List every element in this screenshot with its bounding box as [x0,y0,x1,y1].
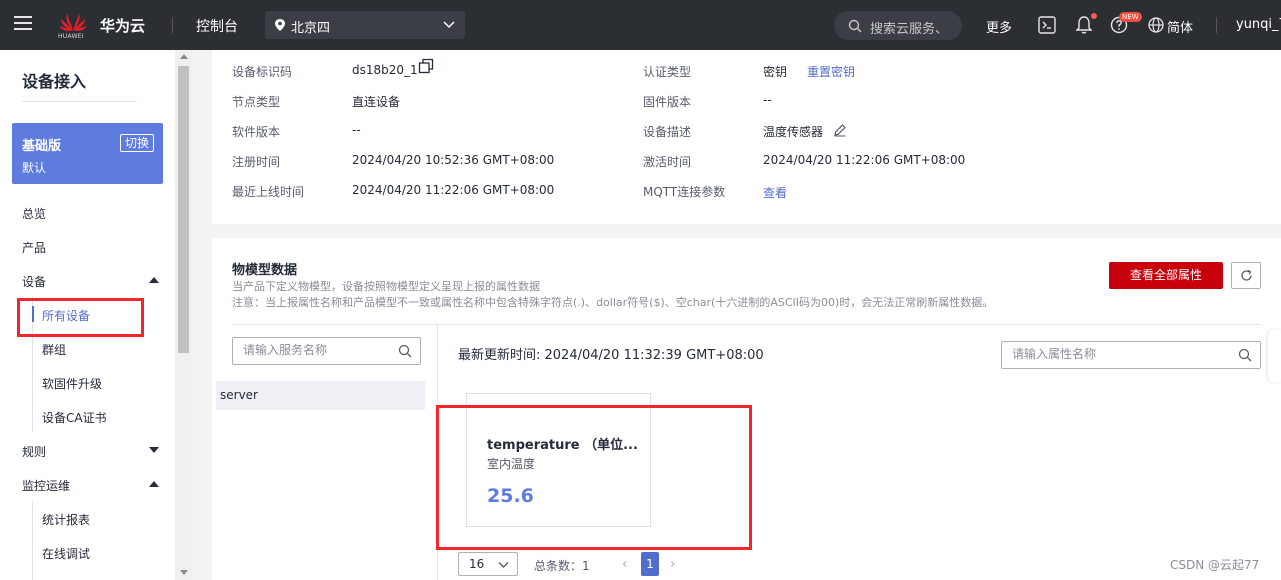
property-highlight-box [436,405,752,550]
collapse-arrow-icon-2[interactable] [149,481,159,487]
search-icon[interactable] [1238,348,1252,362]
edition-instance: 默认 [22,161,47,175]
edition-card: 基础版 默认 切换 [12,123,163,184]
page-size-select[interactable]: 16 [458,552,518,576]
section-description: 当产品下定义物模型，设备按照物模型定义呈现上报的属性数据 [232,280,540,293]
next-page-icon[interactable]: › [670,556,676,572]
sidebar-item-devices[interactable]: 设备 [22,273,46,290]
global-search-placeholder: 搜索云服务、 [870,22,949,37]
software-version-label: 软件版本 [232,125,281,139]
collapse-arrow-icon[interactable] [149,277,159,283]
global-search[interactable]: 搜索云服务、 [834,11,962,40]
sidebar-item-rules[interactable]: 规则 [22,443,46,460]
new-badge: NEW [1119,12,1142,22]
edition-name: 基础版 [22,139,62,154]
side-drawer-handle[interactable] [1268,330,1281,382]
service-name: server [220,388,258,402]
activate-time-label: 激活时间 [643,155,692,169]
sidebar-scroll-thumb[interactable] [178,66,189,353]
region-label: 北京四 [291,21,331,36]
device-desc-label: 设备描述 [643,125,692,139]
firmware-version-label: 固件版本 [643,95,692,109]
node-type-value: 直连设备 [352,95,401,109]
page-size-value: 16 [469,557,485,571]
total-count: 总条数：1 [534,559,590,573]
more-menu[interactable]: 更多 [986,17,1012,36]
reset-secret-link[interactable]: 重置密钥 [807,63,855,80]
notification-dot [1091,13,1097,19]
mqtt-view-link[interactable]: 查看 [763,184,787,201]
hamburger-menu-icon[interactable] [14,16,32,30]
highlight-box [17,298,144,337]
topbar-divider-2 [1216,17,1217,33]
property-search-input[interactable] [1001,341,1261,369]
device-desc-value: 温度传感器 [763,125,824,139]
submenu-guide-line-2 [32,501,33,580]
latest-update-time: 最新更新时间: 2024/04/20 11:32:39 GMT+08:00 [458,348,764,363]
activate-time-value: 2024/04/20 11:22:06 GMT+08:00 [763,153,966,167]
last-online-label: 最近上线时间 [232,185,305,199]
node-type-label: 节点类型 [232,95,281,109]
logo-text: HUAWEI [58,33,84,40]
copy-icon[interactable] [418,58,434,74]
location-pin-icon [275,19,285,31]
edition-switch-button[interactable]: 切换 [119,134,154,152]
sidebar-item-groups[interactable]: 群组 [42,341,66,358]
property-search-field[interactable] [1012,347,1219,361]
search-icon [848,19,862,33]
scroll-up-arrow-icon[interactable] [180,54,188,59]
mqtt-params-label: MQTT连接参数 [643,185,726,199]
device-info-card: 设备标识码 ds18b20_1 节点类型 直连设备 软件版本 -- 注册时间 2… [212,50,1281,224]
auth-type-value: 密钥 [763,65,788,79]
sidebar-item-online-debug[interactable]: 在线调试 [42,545,90,562]
search-icon[interactable] [398,344,412,358]
globe-icon[interactable] [1148,17,1164,33]
service-search-field[interactable] [243,343,393,357]
thing-model-card: 物模型数据 当产品下定义物模型，设备按照物模型定义呈现上报的属性数据 注意：当上… [212,238,1281,580]
view-all-properties-button[interactable]: 查看全部属性 [1109,262,1223,289]
brand-name[interactable]: 华为云 [100,15,145,36]
sidebar-divider [22,101,137,102]
section-divider [232,324,1261,325]
service-list-item[interactable]: server [216,381,425,410]
watermark: CSDN @云起77 [1170,558,1260,572]
auth-type-label: 认证类型 [643,65,692,79]
chevron-down-icon [443,21,455,29]
prev-page-icon[interactable]: ‹ [622,556,628,572]
register-time-label: 注册时间 [232,155,281,169]
section-title: 物模型数据 [232,263,298,278]
sidebar-title: 设备接入 [22,72,87,91]
edit-pencil-icon[interactable] [833,123,847,137]
device-id-label: 设备标识码 [232,65,293,79]
sidebar-item-statistics[interactable]: 统计报表 [42,511,90,528]
sidebar-item-overview[interactable]: 总览 [22,205,46,222]
refresh-icon [1241,269,1252,281]
chevron-down-icon [498,562,509,568]
sidebar-item-device-ca[interactable]: 设备CA证书 [42,409,107,426]
top-bar: HUAWEI 华为云 控制台 北京四 搜索云服务、 更多 NEW 简体 yunq… [0,0,1281,50]
last-online-value: 2024/04/20 11:22:06 GMT+08:00 [352,183,555,197]
sidebar-item-firmware-upgrade[interactable]: 软固件升级 [42,375,102,392]
sidebar-item-monitoring[interactable]: 监控运维 [22,477,70,494]
console-link[interactable]: 控制台 [196,16,238,36]
page-number-button[interactable]: 1 [641,552,659,576]
notification-bell-icon[interactable] [1075,15,1093,35]
refresh-button[interactable] [1231,262,1261,289]
terminal-icon[interactable] [1038,16,1056,34]
user-account[interactable]: yunqi_7 [1236,17,1281,32]
device-id-value: ds18b20_1 [352,63,418,77]
topbar-divider [172,17,173,33]
register-time-value: 2024/04/20 10:52:36 GMT+08:00 [352,153,555,167]
software-version-value: -- [352,123,361,137]
sidebar: 设备接入 基础版 默认 切换 总览 产品 设备 所有设备 群组 软固件升级 设备… [0,50,175,580]
section-note: 注意：当上报属性名称和产品模型不一致或属性名称中包含特殊字符点(.)、dolla… [232,296,994,309]
region-selector[interactable]: 北京四 [265,11,465,39]
language-selector[interactable]: 简体 [1167,17,1193,36]
service-search-input[interactable] [232,337,421,365]
expand-arrow-icon[interactable] [149,447,159,453]
scroll-down-arrow-icon[interactable] [180,570,188,575]
sidebar-item-products[interactable]: 产品 [22,239,46,256]
firmware-version-value: -- [763,93,772,107]
